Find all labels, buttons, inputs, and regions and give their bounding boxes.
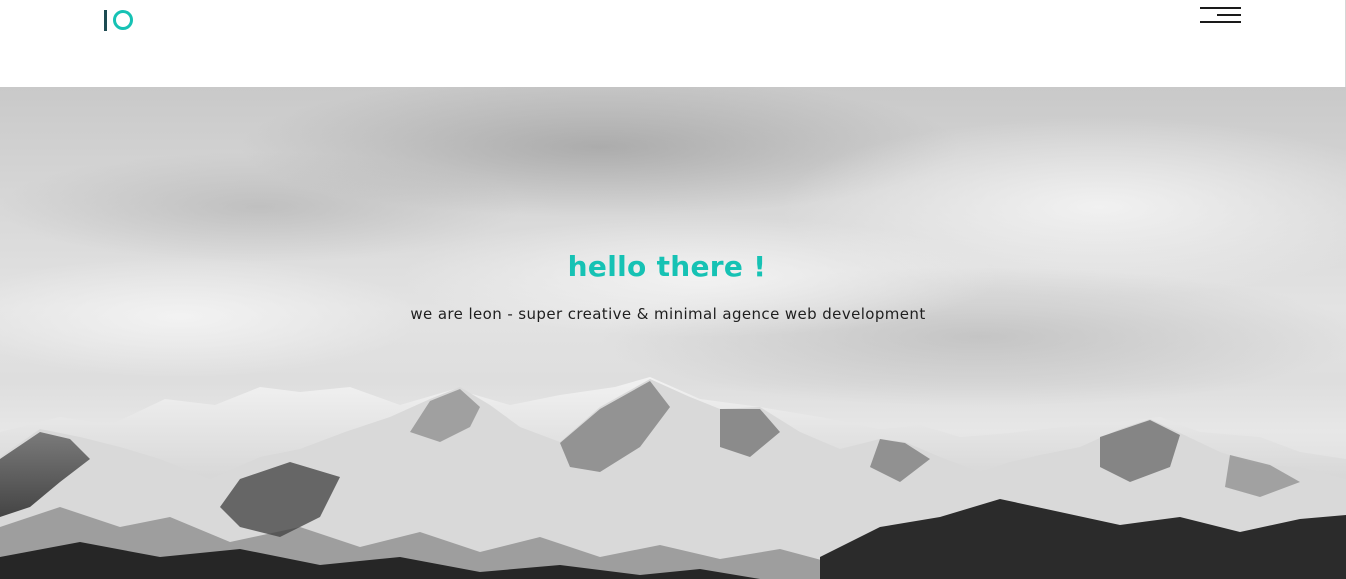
logo-ring-icon [113, 10, 133, 30]
menu-line-icon [1200, 21, 1241, 23]
site-logo[interactable] [104, 8, 144, 32]
hero-subtitle: we are leon - super creative & minimal a… [410, 305, 926, 323]
logo-bar-icon [104, 9, 107, 31]
site-header [0, 0, 1346, 87]
hero-text-block: hello there ! we are leon - super creati… [0, 247, 1346, 340]
hamburger-menu-button[interactable] [1199, 5, 1241, 25]
menu-line-icon [1217, 14, 1241, 16]
landing-page: hello there ! we are leon - super creati… [0, 0, 1346, 579]
hero-title: hello there ! [567, 250, 767, 283]
hero-section: hello there ! we are leon - super creati… [0, 87, 1346, 579]
menu-line-icon [1200, 7, 1241, 9]
